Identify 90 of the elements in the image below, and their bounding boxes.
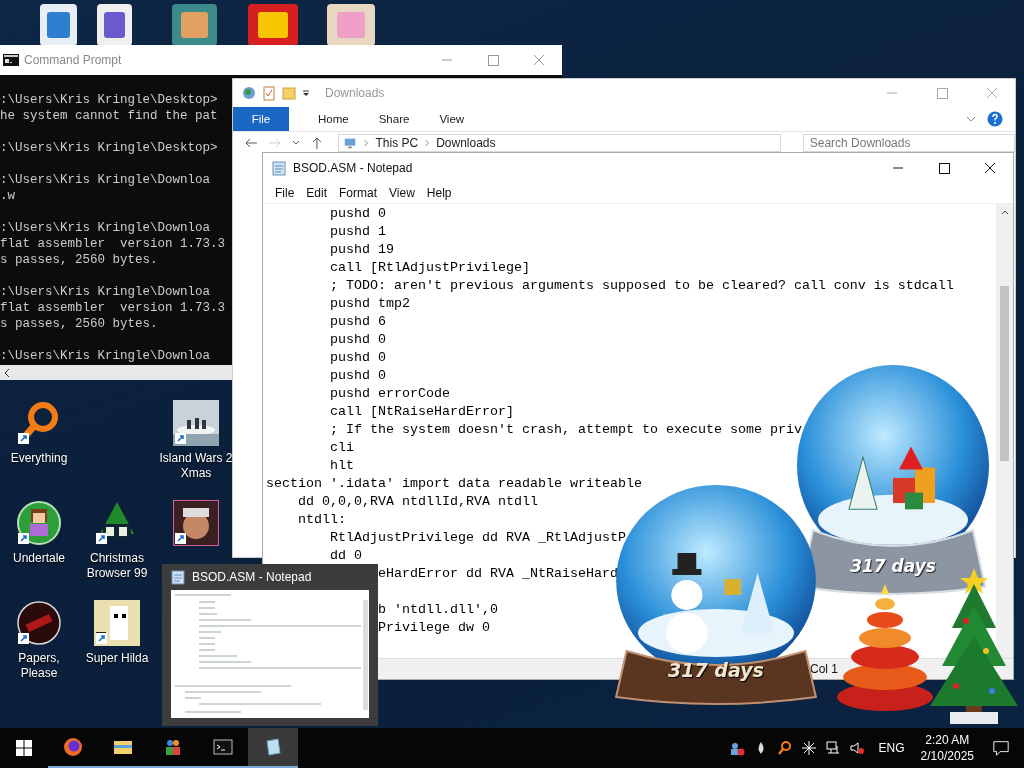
icon-label[interactable]: Undertale [13,551,65,566]
speaker-muted-icon[interactable] [848,740,865,756]
icon-label[interactable]: Super Hilda [85,651,149,666]
window-title: BSOD.ASM - Notepad [293,161,413,175]
code-line: RtlAdjustPrivilege dd RVA _RtlAdjustP [330,529,626,547]
network-icon[interactable] [824,740,841,756]
notification-icon[interactable] [992,739,1010,757]
chevron-icon [424,138,431,147]
cursor-position: Col 1 [810,662,838,676]
console-line: :\Users\Kris Kringle\Desktop> [0,140,219,156]
people-alert-icon[interactable] [728,740,745,756]
code-line: ntdll: [298,511,346,529]
console-line: :\Users\Kris Kringle\Downloa [0,348,212,364]
ribbon-tab[interactable]: Share [363,107,425,131]
day-counter: 317 days [850,556,936,576]
code-line: call [NtRaiseHardError] [330,403,514,421]
code-line: eHardError dd RVA _NtRaiseHard [377,565,618,583]
code-line: pushd 0 [330,331,386,349]
code-line: section '.idata' import data readable writeable [266,475,642,493]
console-icon [213,737,233,757]
code-line: pushd tmp2 [330,295,410,313]
code-line: pushd errorCode [330,385,450,403]
code-line: pushd 6 [330,313,386,331]
breadcrumb-item[interactable]: Downloads [436,135,496,150]
menu-item[interactable]: File [269,186,301,200]
code-line: dd 0 [330,547,362,565]
code-line: pushd 0 [330,205,386,223]
console-line: s passes, 2560 bytes. [0,252,159,268]
code-line: cli [330,439,354,457]
code-line: b 'ntdll.dll',0 [377,601,498,619]
window-title: Downloads [325,86,385,100]
code-line: Privilege dw 0 [377,619,490,637]
code-line: hlt [330,457,354,475]
menu-item[interactable]: View [383,186,421,200]
taskbar-app-button[interactable] [248,728,298,768]
window-thumbnail[interactable]: BSOD.ASM - Notepad [162,564,378,726]
notepad-icon [263,737,283,757]
console-line: :\Users\Kris Kringle\Downloa [0,172,212,188]
scroll-thumb[interactable] [1000,286,1009,461]
help-icon[interactable] [987,111,1003,127]
search-field[interactable]: Search Downloads [802,133,1015,152]
search-icon[interactable] [776,740,793,756]
windows-logo-icon [15,739,33,757]
scrollbar[interactable] [996,204,1013,658]
console-line: .w [0,188,16,204]
people-icon [163,737,183,757]
menu-item[interactable]: Format [333,186,384,200]
console-line: :\Users\Kris Kringle\Desktop> [0,92,219,108]
ribbon-tab[interactable]: Home [303,107,364,131]
console-line: :\Users\Kris Kringle\Downloa [0,284,212,300]
scrollbar[interactable] [0,365,232,380]
console-icon [3,54,19,66]
icon-label[interactable]: Papers, Please [0,651,78,681]
fox-globe-icon [63,737,83,757]
notepad-icon [271,160,287,176]
code-line: pushd 0 [330,367,386,385]
icon-label[interactable]: Christmas Browser 99 [78,551,156,581]
app-icon[interactable] [173,400,219,446]
language-indicator[interactable]: ENG [878,741,905,755]
address-bar[interactable]: This PC Downloads [338,133,781,152]
code-line: dd 0,0,0,RVA ntdllId,RVA ntdll [298,493,538,511]
icon-label[interactable]: Island Wars 2 Xmas [157,451,235,481]
caret-icon[interactable] [301,88,311,98]
asterisk-icon[interactable] [800,740,817,756]
clock[interactable]: 2:20 AM 2/10/2025 [914,732,980,764]
window-title: Command Prompt [24,53,122,67]
console-line: flat assembler version 1.73.3 [0,300,227,316]
menu-item[interactable]: Edit [300,186,334,200]
code-line: pushd 1 [330,223,386,241]
day-counter: 317 days [668,659,764,681]
checklist-icon[interactable] [261,85,277,101]
console-line: s passes, 2560 bytes. [0,316,159,332]
code-line: ; If the system doesn't crash, attempt to execute some priv [330,421,802,439]
icon-label[interactable]: Everything [10,451,68,466]
console-line: flat assembler version 1.73.3 [0,236,227,252]
code-line: pushd 0 [330,349,386,367]
notepad-icon [170,569,186,585]
console-line: he system cannot find the pat [0,108,219,124]
console-line: :\Users\Kris Kringle\Downloa [0,220,212,236]
chevron-icon [363,138,370,147]
code-line: ; TODO: aren't previous arguments supposed to be cleared? call conv is stdcall [330,277,954,295]
app-icon[interactable] [173,500,219,546]
code-line: call [RtlAdjustPrivilege] [330,259,530,277]
scroll-left-icon[interactable] [2,367,12,378]
ribbon-tab[interactable]: View [424,107,480,131]
menu-item[interactable]: Help [420,186,458,200]
file-menu-button[interactable]: File [233,107,289,131]
code-line: pushd 19 [330,241,394,259]
thumbnail-title: BSOD.ASM - Notepad [192,570,312,584]
breadcrumb-item[interactable]: This PC [375,135,419,150]
